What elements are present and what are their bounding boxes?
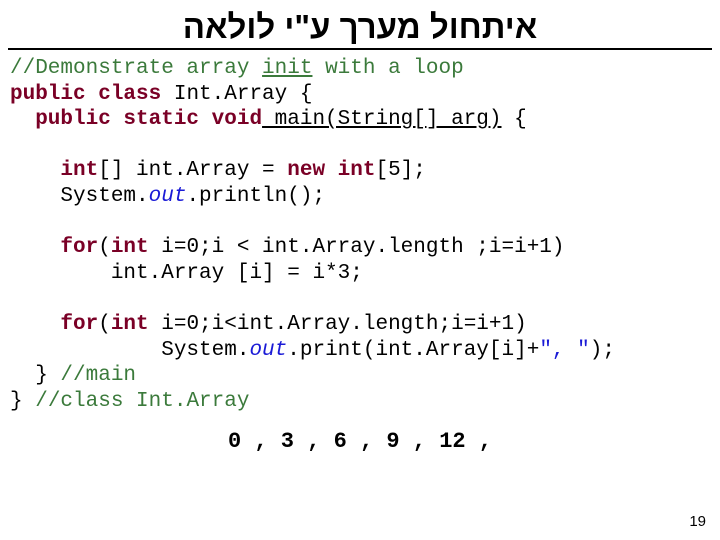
page-number: 19 bbox=[689, 513, 706, 530]
keyword-new-int: new int bbox=[287, 159, 375, 182]
title-divider bbox=[8, 48, 712, 50]
class-decl: Int.Array { bbox=[161, 83, 312, 106]
sysout-1b: .println(); bbox=[186, 185, 325, 208]
italic-out-1: out bbox=[149, 185, 187, 208]
keyword-int-3: int bbox=[111, 313, 149, 336]
string-literal: ", " bbox=[539, 339, 589, 362]
close-main-brace: } bbox=[10, 364, 60, 387]
sysout-2a: System. bbox=[10, 339, 249, 362]
slide: איתחול מערך ע"י לולאה //Demonstrate arra… bbox=[0, 0, 720, 540]
comment-class: //class Int.Array bbox=[35, 390, 249, 413]
comment-line-1: //Demonstrate array init with a loop bbox=[10, 57, 464, 80]
for2-open: ( bbox=[98, 313, 111, 336]
keyword-public-static-void: public static void bbox=[10, 108, 262, 131]
close-class-brace: } bbox=[10, 390, 35, 413]
sysout-2c: ); bbox=[590, 339, 615, 362]
array-decl-a: [] int.Array = bbox=[98, 159, 287, 182]
keyword-for-1: for bbox=[10, 236, 98, 259]
sysout-1a: System. bbox=[10, 185, 149, 208]
keyword-for-2: for bbox=[10, 313, 98, 336]
for1-body: int.Array [i] = i*3; bbox=[10, 262, 363, 285]
for2-rest: i=0;i<int.Array.length;i=i+1) bbox=[149, 313, 527, 336]
keyword-int-2: int bbox=[111, 236, 149, 259]
main-open: { bbox=[502, 108, 527, 131]
code-block: //Demonstrate array init with a loop pub… bbox=[0, 56, 720, 415]
array-decl-b: [5]; bbox=[375, 159, 425, 182]
slide-title: איתחול מערך ע"י לולאה bbox=[0, 0, 720, 48]
sysout-2b: .print(int.Array[i]+ bbox=[287, 339, 539, 362]
for1-rest: i=0;i < int.Array.length ;i=i+1) bbox=[149, 236, 565, 259]
keyword-public-class: public class bbox=[10, 83, 161, 106]
for1-open: ( bbox=[98, 236, 111, 259]
italic-out-2: out bbox=[249, 339, 287, 362]
program-output: 0 , 3 , 6 , 9 , 12 , bbox=[0, 429, 720, 454]
comment-main: //main bbox=[60, 364, 136, 387]
main-signature: main(String[] arg) bbox=[262, 108, 501, 131]
keyword-int: int bbox=[10, 159, 98, 182]
